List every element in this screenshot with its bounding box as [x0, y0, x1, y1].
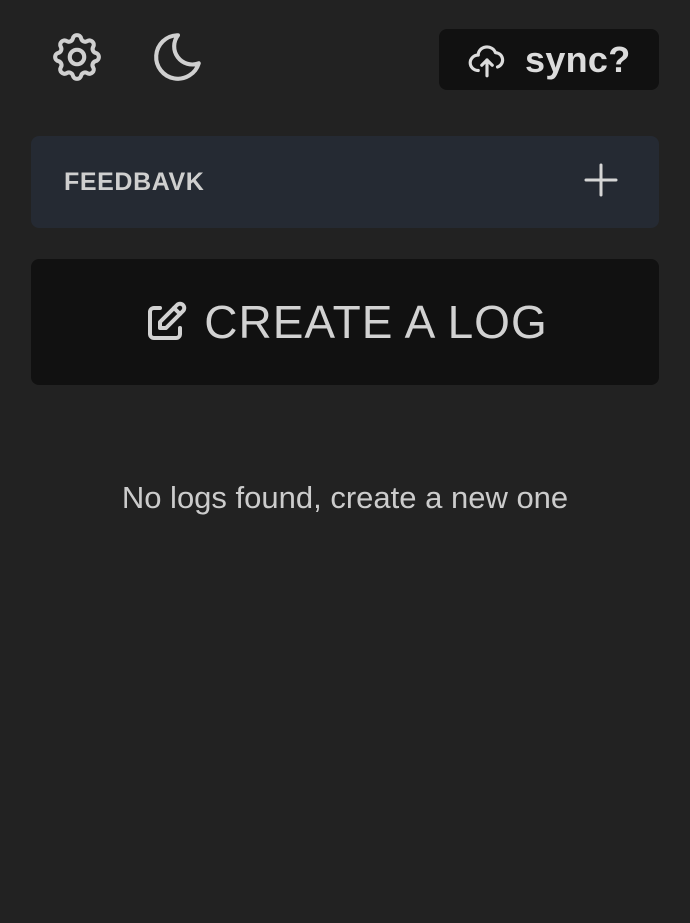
- theme-toggle-button[interactable]: [146, 28, 208, 90]
- create-log-label: CREATE A LOG: [204, 296, 548, 348]
- top-bar: sync?: [0, 0, 690, 120]
- add-button[interactable]: [581, 162, 621, 202]
- section-title: FEEDBAVK: [64, 167, 205, 196]
- plus-icon: [583, 162, 619, 203]
- feedback-section-header[interactable]: FEEDBAVK: [31, 136, 659, 228]
- empty-state-message: No logs found, create a new one: [121, 480, 569, 515]
- cloud-upload-icon: [465, 40, 509, 80]
- app-screen: sync? FEEDBAVK CREATE A LOG No logs foun…: [0, 0, 690, 923]
- edit-square-icon: [142, 298, 190, 346]
- settings-button[interactable]: [46, 28, 108, 90]
- sync-label: sync?: [525, 38, 631, 80]
- gear-icon: [48, 28, 106, 91]
- moon-icon: [148, 28, 206, 91]
- sync-button[interactable]: sync?: [439, 29, 659, 90]
- create-log-button[interactable]: CREATE A LOG: [31, 259, 659, 385]
